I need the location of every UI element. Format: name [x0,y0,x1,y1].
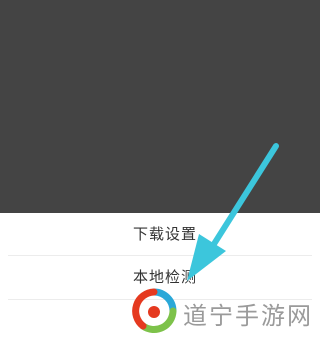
swirl-logo-icon [132,288,177,333]
watermark-text: 道宁手游网 [183,302,313,330]
watermark: 道宁手游网 [131,288,320,338]
